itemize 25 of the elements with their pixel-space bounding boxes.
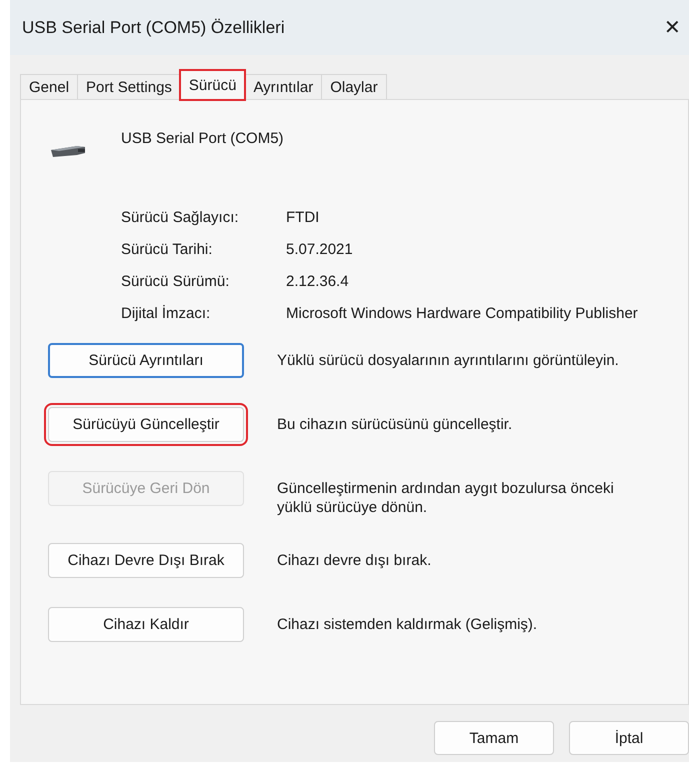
- device-name: USB Serial Port (COM5): [121, 130, 284, 147]
- info-label: Sürücü Tarihi:: [121, 240, 214, 259]
- action-description: Güncelleştirmenin ardından aygıt bozulursa önceki yüklü sürücüye dönün.: [277, 479, 615, 517]
- action-button[interactable]: Cihazı Kaldır: [48, 607, 244, 642]
- info-label: Sürücü Sağlayıcı:: [121, 208, 240, 227]
- serial-connector-icon: [49, 143, 87, 159]
- info-label: Dijital İmzacı:: [121, 304, 212, 323]
- dialog-button[interactable]: İptal: [569, 721, 689, 755]
- tab[interactable]: Genel: [20, 74, 78, 100]
- info-value: 5.07.2021: [286, 240, 354, 259]
- tab[interactable]: Olaylar: [321, 74, 387, 100]
- close-button[interactable]: ✕: [656, 11, 689, 44]
- tab[interactable]: Sürücü: [180, 70, 246, 100]
- action-description: Cihazı sistemden kaldırmak (Gelişmiş).: [277, 615, 538, 634]
- info-label: Sürücü Sürümü:: [121, 272, 230, 291]
- action-description: Cihazı devre dışı bırak.: [277, 551, 432, 570]
- action-description: Yüklü sürücü dosyalarının ayrıntılarını görüntüleyin.: [277, 351, 620, 370]
- info-value: 2.12.36.4: [286, 272, 350, 291]
- action-button[interactable]: Sürücü Ayrıntıları: [48, 343, 244, 378]
- window-title: USB Serial Port (COM5) Özellikleri: [22, 18, 285, 38]
- action-button[interactable]: Cihazı Devre Dışı Bırak: [48, 543, 244, 578]
- action-description: Bu cihazın sürücüsünü güncelleştir.: [277, 415, 514, 434]
- dialog-button[interactable]: Tamam: [434, 721, 554, 755]
- info-value: Microsoft Windows Hardware Compatibility Publisher: [286, 304, 639, 323]
- info-value: FTDI: [286, 208, 320, 227]
